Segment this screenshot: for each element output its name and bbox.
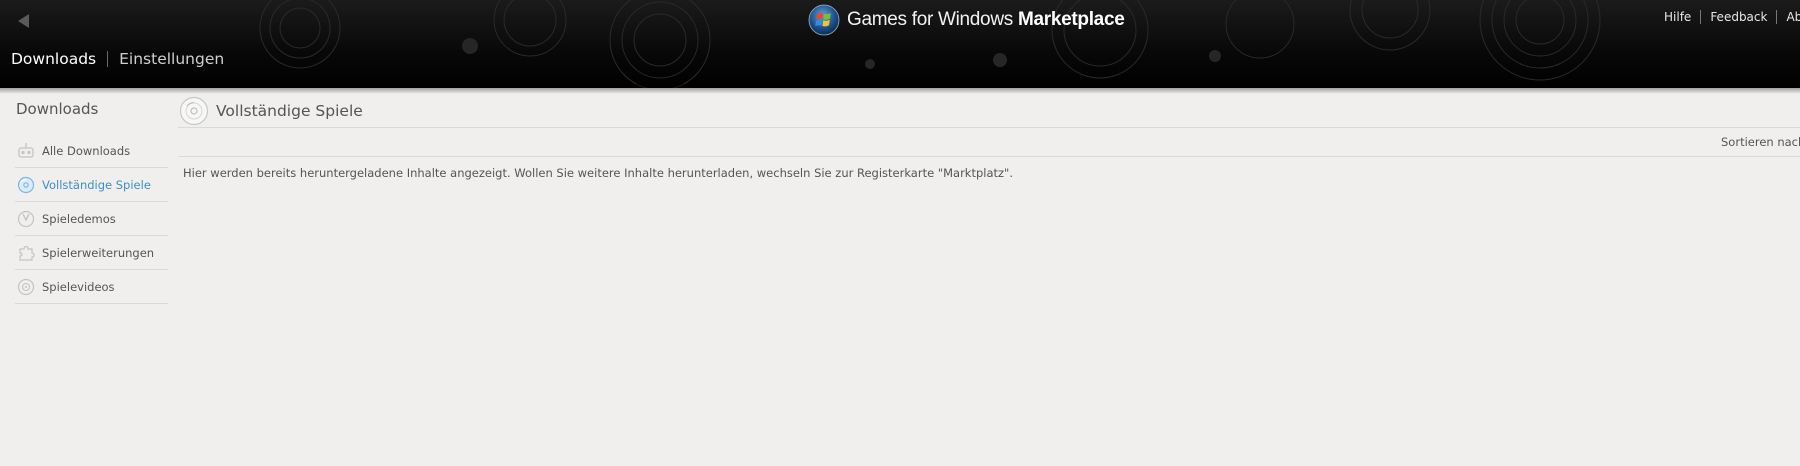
- app-header: Games for Windows Marketplace Hilfe Feed…: [0, 0, 1800, 88]
- sidebar-item-label: Spielevideos: [42, 279, 115, 294]
- divider: [107, 51, 109, 67]
- sidebar-item-full-games[interactable]: Vollständige Spiele: [15, 168, 168, 202]
- sidebar-item-label: Spieledemos: [42, 211, 116, 226]
- main-content: Vollständige Spiele Sortieren nach: Hier…: [178, 94, 1800, 180]
- disc-icon: [179, 96, 209, 125]
- empty-state-message: Hier werden bereits heruntergeladene Inh…: [183, 166, 1014, 180]
- windows-logo-icon: [808, 4, 840, 36]
- back-arrow-icon: [18, 14, 29, 28]
- logout-link[interactable]: Abme: [1786, 10, 1800, 24]
- sort-dropdown[interactable]: Sortieren nach:: [1721, 135, 1800, 149]
- disc-icon: [16, 175, 36, 195]
- sidebar-item-all-downloads[interactable]: Alle Downloads: [15, 134, 168, 168]
- header-shadow: [0, 84, 1800, 94]
- nav-downloads[interactable]: Downloads: [11, 50, 96, 68]
- sidebar-item-videos[interactable]: Spielevideos: [15, 270, 168, 304]
- sidebar-title: Downloads: [16, 100, 99, 118]
- divider: [1700, 10, 1702, 24]
- sidebar-item-demos[interactable]: Spieledemos: [15, 202, 168, 236]
- puzzle-icon: [16, 243, 36, 263]
- back-button[interactable]: [12, 10, 34, 32]
- sidebar-item-label: Spielerweiterungen: [42, 245, 155, 260]
- sidebar: Downloads Alle Downloads Vollständige Sp…: [15, 100, 168, 304]
- demo-icon: [16, 209, 36, 229]
- main-nav: Downloads Einstellungen: [11, 50, 224, 68]
- content-header: Vollständige Spiele: [178, 94, 1800, 128]
- sidebar-item-label: Alle Downloads: [42, 143, 131, 158]
- divider: [1776, 10, 1778, 24]
- brand-name-bold: Marketplace: [1017, 9, 1125, 30]
- brand-name: Games for Windows: [847, 9, 1013, 30]
- video-icon: [16, 277, 36, 297]
- nav-settings[interactable]: Einstellungen: [119, 50, 224, 68]
- page-title: Vollständige Spiele: [216, 101, 363, 120]
- all-downloads-icon: [16, 141, 36, 161]
- feedback-link[interactable]: Feedback: [1710, 10, 1767, 24]
- sidebar-item-expansions[interactable]: Spielerweiterungen: [15, 236, 168, 270]
- help-link[interactable]: Hilfe: [1664, 10, 1691, 24]
- sort-bar: Sortieren nach:: [178, 128, 1800, 157]
- sidebar-item-label: Vollständige Spiele: [42, 177, 151, 192]
- brand: Games for Windows Marketplace: [808, 2, 1125, 38]
- top-links: Hilfe Feedback Abme: [1664, 10, 1800, 24]
